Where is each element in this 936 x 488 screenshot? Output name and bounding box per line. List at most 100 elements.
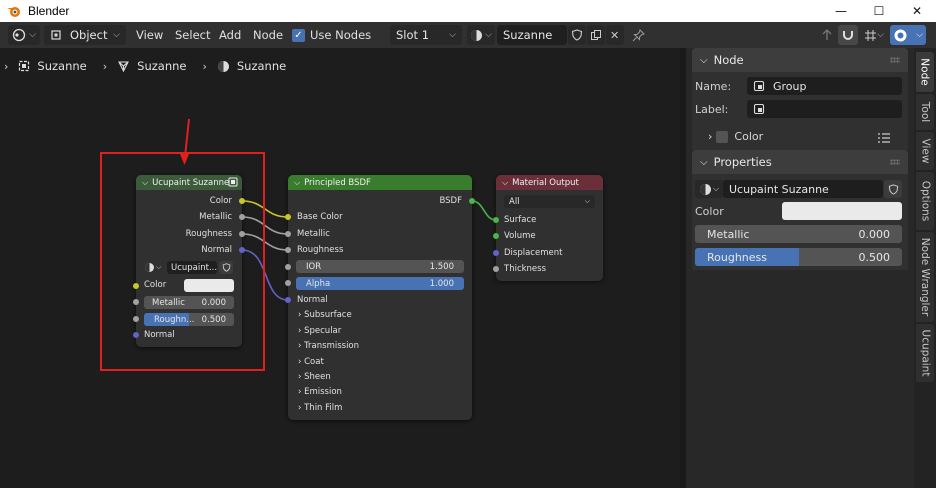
node-name-label: Name: — [695, 80, 732, 93]
chevron-down-icon: ⌵ — [584, 197, 590, 205]
socket-input-base-color[interactable] — [285, 214, 291, 220]
output-input-surface: Surface — [504, 215, 537, 225]
tab-ucupaint-label: Ucupaint — [919, 329, 931, 377]
properties-datablock-name: Ucupaint Suzanne — [729, 182, 829, 196]
tab-ucupaint[interactable]: Ucupaint — [916, 324, 934, 382]
properties-color-swatch[interactable] — [782, 202, 902, 220]
socket-input-thickness[interactable] — [493, 266, 499, 272]
tab-view[interactable]: View — [916, 132, 934, 170]
group-input-roughness-label: Roughn... — [154, 314, 195, 325]
socket-input-volume[interactable] — [493, 233, 499, 239]
properties-datablock-field[interactable]: Ucupaint Suzanne — [723, 180, 883, 198]
properties-roughness-label: Roughness — [707, 250, 768, 264]
properties-roughness-slider[interactable]: Roughness 0.500 — [695, 248, 902, 266]
node-tree-icon — [700, 183, 711, 195]
group-output-metallic: Metallic — [199, 212, 232, 222]
properties-fake-user-button[interactable] — [884, 180, 902, 198]
output-input-displacement: Displacement — [504, 248, 563, 258]
group-input-metallic-value: 0.000 — [201, 297, 226, 308]
tab-tool[interactable]: Tool — [916, 94, 934, 130]
group-output-color: Color — [209, 196, 232, 206]
bsdf-input-base-color: Base Color — [297, 212, 343, 222]
properties-metallic-value: 0.000 — [858, 227, 891, 241]
tab-node[interactable]: Node — [916, 52, 934, 92]
properties-panel-header[interactable]: ⌵ Properties — [692, 150, 908, 174]
bsdf-panel-coat[interactable]: › Coat — [298, 357, 324, 367]
socket-output-color[interactable] — [239, 198, 245, 204]
chevron-down-icon: ⌵ — [700, 54, 708, 66]
bsdf-node-header[interactable]: ⌵ Principled BSDF — [288, 175, 472, 190]
chevron-right-icon: › — [708, 130, 713, 143]
bsdf-panel-subsurface-label: Subsurface — [304, 310, 352, 320]
list-icon[interactable] — [877, 132, 891, 144]
output-node-header[interactable]: ⌵ Material Output — [496, 175, 603, 190]
node-name-field[interactable]: Group — [747, 77, 902, 95]
group-node-header[interactable]: ⌵ Ucupaint Suzanne — [136, 175, 242, 190]
socket-input-metallic[interactable] — [133, 299, 139, 305]
socket-output-normal[interactable] — [239, 247, 245, 253]
socket-input-displacement[interactable] — [493, 250, 499, 256]
output-input-thickness: Thickness — [504, 264, 547, 274]
group-datablock-field[interactable]: Ucupaint... — [167, 261, 217, 274]
socket-input-roughness[interactable] — [285, 247, 291, 253]
output-target-dropdown[interactable]: All ⌵ — [504, 195, 595, 208]
bsdf-panel-thin-film[interactable]: › Thin Film — [298, 403, 342, 413]
bsdf-panel-subsurface[interactable]: › Subsurface — [298, 310, 352, 320]
output-target-label: All — [509, 196, 520, 207]
drag-handle-icon[interactable] — [890, 57, 900, 63]
bsdf-ior-value: 1.500 — [429, 261, 454, 272]
group-datablock-name: Ucupaint... — [171, 262, 218, 273]
node-name-value: Group — [773, 79, 807, 93]
socket-input-normal[interactable] — [133, 332, 139, 338]
socket-input-color[interactable] — [133, 283, 139, 289]
drag-handle-icon[interactable] — [890, 159, 900, 165]
socket-output-bsdf[interactable] — [469, 198, 475, 204]
socket-input-ior[interactable] — [285, 264, 291, 270]
bsdf-ior-field[interactable]: IOR 1.500 — [296, 260, 464, 273]
group-datablock-browse[interactable]: ⌵ — [144, 261, 162, 274]
socket-input-roughness[interactable] — [133, 316, 139, 322]
group-input-color-swatch[interactable] — [184, 279, 234, 292]
properties-datablock-browse[interactable]: ⌵ — [695, 180, 723, 198]
socket-input-normal[interactable] — [285, 297, 291, 303]
node-panel-title: Node — [713, 53, 744, 67]
group-fake-user-button[interactable] — [219, 261, 233, 274]
group-node-ucupaint[interactable]: ⌵ Ucupaint Suzanne Color Metallic Roughn… — [133, 175, 245, 347]
socket-output-roughness[interactable] — [239, 231, 245, 237]
chevron-down-icon: ⌵ — [502, 177, 509, 187]
socket-input-alpha[interactable] — [285, 280, 291, 286]
bsdf-alpha-field[interactable]: Alpha 1.000 — [296, 277, 464, 290]
output-node-title: Material Output — [512, 177, 579, 188]
group-input-normal-label: Normal — [144, 330, 175, 340]
bsdf-panel-specular[interactable]: › Specular — [298, 326, 341, 336]
sidebar-tabs: Node Tool View Options Node Wrangler Ucu… — [914, 48, 936, 488]
principled-bsdf-node[interactable]: ⌵ Principled BSDF BSDF Base Color Metall… — [285, 175, 475, 420]
group-output-normal: Normal — [201, 245, 232, 255]
group-input-roughness-field[interactable]: Roughn... 0.500 — [144, 313, 234, 326]
group-input-metallic-label: Metallic — [152, 297, 185, 308]
properties-metallic-slider[interactable]: Metallic 0.000 — [695, 225, 902, 243]
socket-input-surface[interactable] — [493, 217, 499, 223]
group-input-metallic-field[interactable]: Metallic 0.000 — [144, 296, 234, 309]
material-output-node[interactable]: ⌵ Material Output All ⌵ Surface Volume D… — [493, 175, 603, 281]
socket-output-metallic[interactable] — [239, 214, 245, 220]
chevron-down-icon: ⌵ — [713, 184, 720, 193]
socket-input-metallic[interactable] — [285, 231, 291, 237]
node-label-field[interactable] — [747, 100, 902, 118]
properties-panel-title: Properties — [713, 155, 772, 169]
tab-options[interactable]: Options — [916, 172, 934, 230]
node-panel-header[interactable]: ⌵ Node — [692, 48, 908, 72]
bsdf-panel-sheen-label: Sheen — [304, 372, 331, 382]
node-label-label: Label: — [695, 103, 729, 116]
tab-node-label: Node — [919, 58, 931, 86]
tab-node-wrangler[interactable]: Node Wrangler — [916, 232, 934, 322]
node-group-icon — [753, 103, 765, 115]
node-color-subpanel[interactable]: › Color — [708, 130, 763, 143]
bsdf-panel-emission-label: Emission — [304, 387, 342, 397]
bsdf-panel-transmission[interactable]: › Transmission — [298, 341, 359, 351]
bsdf-panel-sheen[interactable]: › Sheen — [298, 372, 331, 382]
properties-metallic-label: Metallic — [707, 227, 750, 241]
bsdf-alpha-value: 1.000 — [429, 278, 454, 289]
node-color-checkbox[interactable] — [716, 130, 729, 143]
bsdf-panel-emission[interactable]: › Emission — [298, 387, 342, 397]
